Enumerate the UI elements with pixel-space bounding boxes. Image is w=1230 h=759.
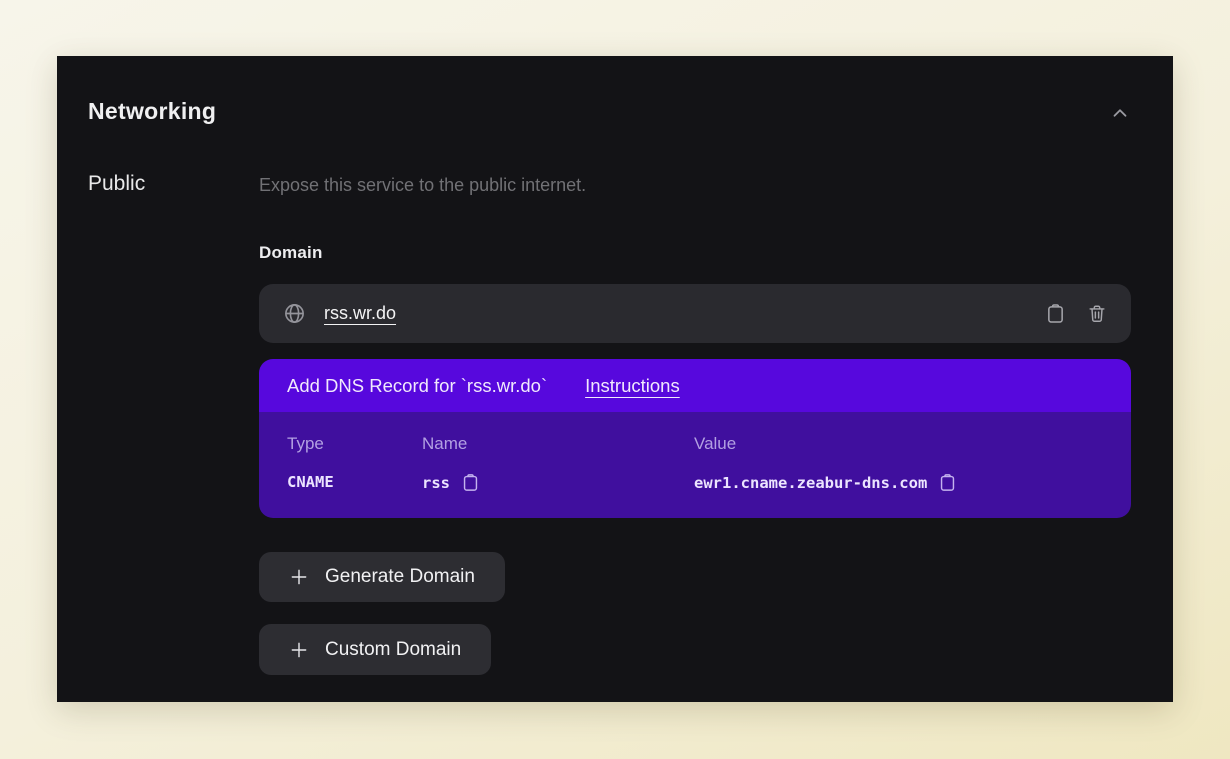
collapse-section-button[interactable] [1107, 100, 1133, 126]
copy-record-value-button[interactable] [939, 473, 956, 492]
dns-panel-title: Add DNS Record for `rss.wr.do` [287, 375, 547, 397]
record-name-value: rss [422, 474, 450, 492]
dns-record-panel: Add DNS Record for `rss.wr.do` Instructi… [259, 359, 1131, 518]
column-header-value: Value [694, 434, 736, 454]
generate-domain-button[interactable]: Generate Domain [259, 552, 505, 602]
trash-icon [1087, 303, 1107, 324]
plus-icon [289, 640, 309, 660]
custom-domain-label: Custom Domain [325, 639, 461, 661]
public-description: Expose this service to the public intern… [259, 175, 586, 196]
record-value-cell: ewr1.cname.zeabur-dns.com [694, 473, 956, 492]
instructions-link[interactable]: Instructions [585, 375, 680, 397]
copy-icon [462, 473, 479, 492]
networking-card: Networking Public Expose this service to… [57, 56, 1173, 702]
copy-domain-button[interactable] [1046, 303, 1065, 324]
dns-panel-header: Add DNS Record for `rss.wr.do` Instructi… [259, 359, 1131, 412]
record-type-cell: CNAME [287, 473, 334, 491]
dns-record-table: Type Name Value CNAME rss ewr1.cname.zea… [259, 412, 1131, 518]
plus-icon [289, 567, 309, 587]
record-value-value: ewr1.cname.zeabur-dns.com [694, 474, 927, 492]
column-header-type: Type [287, 434, 324, 454]
domain-entry-row: rss.wr.do [259, 284, 1131, 343]
copy-record-name-button[interactable] [462, 473, 479, 492]
public-label: Public [88, 172, 145, 196]
domain-row-actions [1046, 303, 1107, 324]
globe-icon [283, 302, 306, 325]
section-title: Networking [88, 98, 216, 125]
column-header-name: Name [422, 434, 467, 454]
record-name-cell: rss [422, 473, 479, 492]
copy-icon [939, 473, 956, 492]
delete-domain-button[interactable] [1087, 303, 1107, 324]
record-type-value: CNAME [287, 473, 334, 491]
chevron-up-icon [1109, 102, 1131, 124]
custom-domain-button[interactable]: Custom Domain [259, 624, 491, 675]
domain-label: Domain [259, 243, 323, 263]
generate-domain-label: Generate Domain [325, 566, 475, 588]
copy-icon [1046, 303, 1065, 324]
domain-link[interactable]: rss.wr.do [324, 303, 396, 324]
